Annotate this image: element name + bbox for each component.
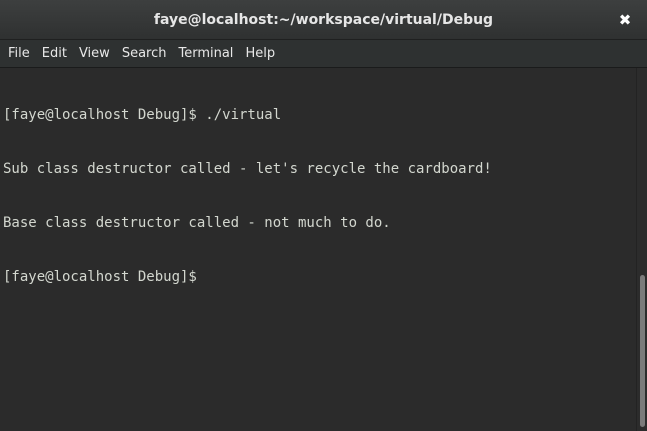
terminal-line-output-1: Sub class destructor called - let's recy… xyxy=(3,161,492,177)
terminal-line-prompt: [faye@localhost Debug]$ xyxy=(3,268,636,286)
menu-edit[interactable]: Edit xyxy=(36,40,73,68)
vertical-scrollbar[interactable] xyxy=(636,68,647,431)
window-title: faye@localhost:~/workspace/virtual/Debug xyxy=(153,12,494,28)
menu-search[interactable]: Search xyxy=(116,40,173,68)
terminal-window: faye@localhost:~/workspace/virtual/Debug… xyxy=(0,0,647,431)
terminal-output[interactable]: [faye@localhost Debug]$ ./virtual Sub cl… xyxy=(0,68,636,431)
close-icon[interactable]: ✖ xyxy=(613,8,637,32)
title-bar[interactable]: faye@localhost:~/workspace/virtual/Debug… xyxy=(0,0,647,40)
menu-bar: File Edit View Search Terminal Help xyxy=(0,40,647,68)
prompt-text: [faye@localhost Debug]$ xyxy=(3,269,206,285)
text-cursor xyxy=(205,268,214,284)
menu-help[interactable]: Help xyxy=(239,40,281,68)
menu-view[interactable]: View xyxy=(73,40,116,68)
terminal-line-output-2: Base class destructor called - not much … xyxy=(3,215,391,231)
scrollbar-thumb[interactable] xyxy=(640,275,645,427)
terminal-line-command: [faye@localhost Debug]$ ./virtual xyxy=(3,107,282,123)
menu-terminal[interactable]: Terminal xyxy=(172,40,239,68)
menu-file[interactable]: File xyxy=(2,40,36,68)
